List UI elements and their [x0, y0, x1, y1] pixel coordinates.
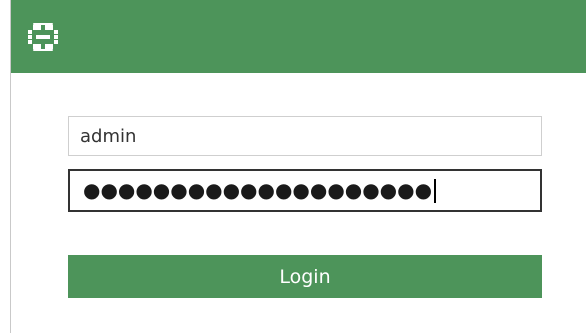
login-panel: ●●●●●●●●●●●●●●●●●●●● Login — [10, 0, 586, 333]
fortinet-logo-icon — [28, 23, 58, 51]
username-input[interactable] — [68, 116, 542, 156]
header-bar — [11, 0, 586, 73]
password-input[interactable]: ●●●●●●●●●●●●●●●●●●●● — [68, 169, 542, 212]
password-masked-value: ●●●●●●●●●●●●●●●●●●●● — [83, 177, 433, 202]
text-caret — [434, 178, 437, 203]
login-button[interactable]: Login — [68, 255, 542, 298]
